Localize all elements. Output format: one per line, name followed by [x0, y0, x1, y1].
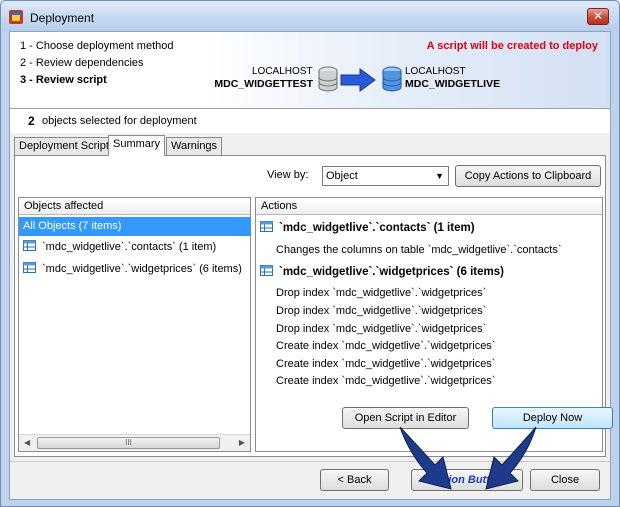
scroll-left-icon[interactable]: ◀: [24, 438, 30, 447]
selected-count: 2: [28, 114, 35, 128]
object-row-label: All Objects (7 items): [23, 220, 122, 232]
window-title: Deployment: [30, 11, 95, 25]
action-line: Create index `mdc_widgetlive`.`widgetpri…: [276, 358, 496, 370]
action-group-heading: `mdc_widgetlive`.`widgetprices` (6 items…: [260, 265, 504, 278]
wizard-steps: 1 - Choose deployment method 2 - Review …: [10, 32, 205, 108]
object-row-widgetprices[interactable]: `mdc_widgetlive`.`widgetprices` (6 items…: [19, 260, 251, 279]
deploy-direction-arrow-icon: [340, 68, 376, 92]
action-line: Drop index `mdc_widgetlive`.`widgetprice…: [276, 287, 487, 299]
source-database-icon: [318, 66, 338, 92]
back-button[interactable]: < Back: [320, 469, 389, 491]
tab-warnings[interactable]: Warnings: [166, 137, 223, 155]
deployment-window: Deployment ✕ 1 - Choose deployment metho…: [0, 0, 620, 507]
action-line: Drop index `mdc_widgetlive`.`widgetprice…: [276, 305, 487, 317]
deployment-banner: A script will be created to deploy LOCAL…: [205, 32, 610, 108]
object-row-all[interactable]: All Objects (7 items): [19, 217, 251, 236]
objects-affected-pane: Objects affected All Objects (7 items) `…: [18, 197, 251, 452]
action-group-heading-label: `mdc_widgetlive`.`contacts` (1 item): [279, 222, 475, 234]
app-icon: [9, 10, 23, 24]
step-review-script: 3 - Review script: [20, 74, 107, 86]
source-database: MDC_WIDGETTEST: [214, 78, 313, 90]
summary-panel: View by: Object ▼ Copy Actions to Clipbo…: [14, 155, 613, 457]
actions-pane: Actions `mdc_widgetlive`.`contacts` (1 i…: [255, 197, 613, 452]
dialog-body: 1 - Choose deployment method 2 - Review …: [9, 31, 613, 500]
target-database-icon: [382, 66, 402, 92]
action-group-heading: `mdc_widgetlive`.`contacts` (1 item): [260, 221, 475, 234]
table-icon: [23, 262, 36, 273]
object-row-contacts[interactable]: `mdc_widgetlive`.`contacts` (1 item): [19, 238, 251, 257]
action-group-heading-label: `mdc_widgetlive`.`widgetprices` (6 items…: [279, 266, 504, 278]
selected-label: objects selected for deployment: [42, 115, 197, 127]
chevron-down-icon: ▼: [435, 171, 444, 181]
horizontal-scrollbar[interactable]: ◀ III ▶: [19, 434, 250, 451]
scrollbar-thumb[interactable]: III: [37, 437, 220, 449]
scroll-right-icon[interactable]: ▶: [239, 438, 245, 447]
step-review-dependencies: 2 - Review dependencies: [20, 57, 144, 69]
object-row-label: `mdc_widgetlive`.`contacts` (1 item): [42, 241, 217, 253]
table-icon: [260, 221, 273, 232]
title-bar[interactable]: Deployment ✕: [1, 1, 619, 31]
objects-affected-header: Objects affected: [19, 198, 250, 215]
callout-arrow-left-icon: [399, 426, 452, 490]
action-line: Changes the columns on table `mdc_widget…: [276, 244, 562, 256]
callout-arrow-right-icon: [485, 426, 537, 490]
tab-summary[interactable]: Summary: [108, 135, 166, 156]
selection-summary: 2 objects selected for deployment: [10, 109, 610, 133]
view-by-value: Object: [326, 170, 358, 182]
target-database: MDC_WIDGETLIVE: [405, 78, 501, 90]
object-row-label: `mdc_widgetlive`.`widgetprices` (6 items…: [42, 263, 242, 275]
source-host: LOCALHOST: [252, 66, 313, 77]
action-line: Create index `mdc_widgetlive`.`widgetpri…: [276, 375, 496, 387]
table-icon: [260, 265, 273, 276]
target-host: LOCALHOST: [405, 66, 466, 77]
action-line: Drop index `mdc_widgetlive`.`widgetprice…: [276, 323, 487, 335]
close-window-button[interactable]: ✕: [587, 8, 609, 25]
script-warning: A script will be created to deploy: [426, 40, 598, 52]
table-icon: [23, 240, 36, 251]
step-choose-method: 1 - Choose deployment method: [20, 40, 174, 52]
view-by-select[interactable]: Object ▼: [322, 166, 449, 186]
actions-header: Actions: [256, 198, 602, 215]
action-line: Create index `mdc_widgetlive`.`widgetpri…: [276, 340, 496, 352]
tab-deployment-script[interactable]: Deployment Script: [14, 137, 114, 155]
view-by-label: View by:: [267, 169, 309, 181]
copy-actions-button[interactable]: Copy Actions to Clipboard: [455, 165, 601, 187]
